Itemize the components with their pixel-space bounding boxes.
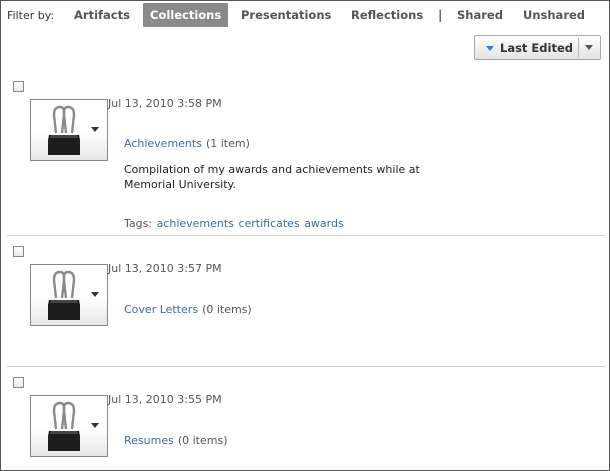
item-date: Jul 13, 2010 3:58 PM	[108, 97, 222, 110]
item-date: Jul 13, 2010 3:57 PM	[108, 262, 222, 275]
filter-presentations[interactable]: Presentations	[241, 3, 331, 27]
item-description: Compilation of my awards and achievement…	[124, 163, 420, 191]
item-count: (0 items)	[177, 434, 228, 447]
item-checkbox[interactable]	[13, 81, 24, 92]
tags-label: Tags:	[124, 217, 153, 230]
filter-bar: Filter by: Artifacts Collections Present…	[1, 1, 609, 31]
sort-direction-icon	[486, 46, 494, 51]
item-checkbox[interactable]	[13, 246, 24, 257]
binder-clip-icon	[48, 270, 80, 320]
item-count: (0 items)	[202, 303, 252, 316]
tag-link[interactable]: certificates	[238, 217, 299, 230]
sort-button[interactable]: Last Edited	[474, 35, 601, 60]
item-count: (1 item)	[205, 137, 250, 150]
item-title-row: Achievements (1 item)	[124, 137, 250, 150]
collections-panel: Filter by: Artifacts Collections Present…	[0, 0, 610, 471]
tag-link[interactable]: awards	[304, 217, 344, 230]
filter-collections[interactable]: Collections	[143, 3, 229, 27]
filter-reflections[interactable]: Reflections	[351, 3, 423, 27]
binder-clip-icon	[48, 105, 80, 155]
divider	[7, 366, 605, 367]
item-thumbnail[interactable]	[30, 264, 108, 326]
thumbnail-menu-icon[interactable]	[91, 423, 99, 428]
sort-label: Last Edited	[500, 41, 573, 55]
filter-label: Filter by:	[7, 9, 55, 22]
item-title-link[interactable]: Resumes	[124, 434, 174, 447]
thumbnail-menu-icon[interactable]	[91, 292, 99, 297]
divider	[7, 235, 605, 236]
item-thumbnail[interactable]	[30, 395, 108, 457]
item-date: Jul 13, 2010 3:55 PM	[108, 393, 222, 406]
sort-divider	[578, 38, 579, 57]
tag-link[interactable]: achievements	[157, 217, 234, 230]
filter-separator: |	[438, 8, 443, 22]
item-title-row: Cover Letters (0 items)	[124, 303, 252, 316]
filter-artifacts[interactable]: Artifacts	[74, 3, 130, 27]
item-thumbnail[interactable]	[30, 99, 108, 161]
filter-shared[interactable]: Shared	[457, 3, 503, 27]
item-title-row: Resumes (0 items)	[124, 434, 228, 447]
item-checkbox[interactable]	[13, 377, 24, 388]
thumbnail-menu-icon[interactable]	[91, 127, 99, 132]
filter-unshared[interactable]: Unshared	[523, 3, 585, 27]
item-title-link[interactable]: Cover Letters	[124, 303, 198, 316]
item-title-link[interactable]: Achievements	[124, 137, 202, 150]
item-tags: Tags: achievements certificates awards	[124, 217, 344, 230]
chevron-down-icon[interactable]	[585, 45, 593, 50]
binder-clip-icon	[48, 401, 80, 451]
